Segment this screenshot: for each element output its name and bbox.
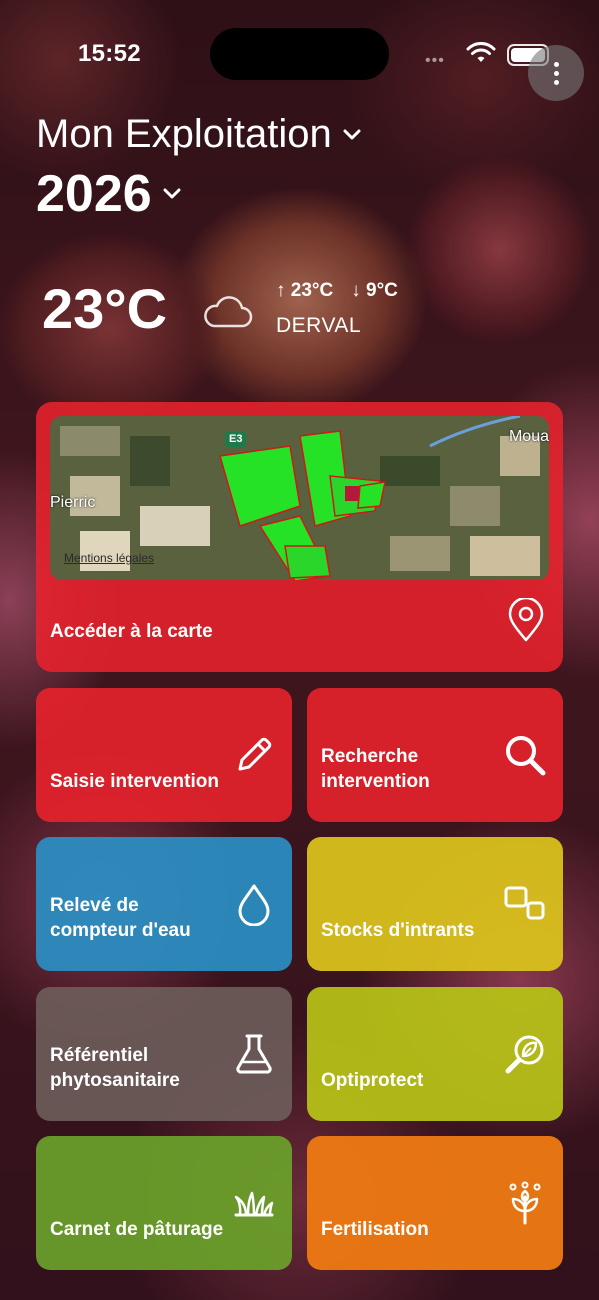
temperature-range: ↑ 23°C ↓ 9°C	[276, 280, 398, 302]
wifi-icon	[466, 42, 496, 62]
weather-location: DERVAL	[276, 314, 362, 337]
signal-icon: •••	[425, 52, 445, 69]
cloud-icon	[204, 296, 253, 328]
map-card[interactable]: E3 Pierric Moua Mentions légales Accéder…	[36, 402, 563, 672]
current-temperature: 23°C	[42, 277, 168, 340]
tile-optiprotect[interactable]: Optiprotect	[307, 987, 563, 1121]
dynamic-island	[210, 28, 389, 80]
map-preview[interactable]: E3 Pierric Moua Mentions légales	[50, 416, 549, 580]
grass-icon	[234, 1191, 274, 1217]
tile-label: Optiprotect	[321, 1070, 424, 1091]
sprout-icon	[509, 1181, 541, 1225]
water-drop-icon	[238, 884, 270, 926]
status-bar: 15:52 •••	[0, 0, 599, 100]
tile-referentiel-phytosanitaire[interactable]: Référentiel phytosanitaire	[36, 987, 292, 1121]
status-time: 15:52	[78, 40, 141, 67]
tile-carnet-paturage[interactable]: Carnet de pâturage	[36, 1136, 292, 1270]
map-place-east: Moua	[508, 428, 549, 445]
road-label: E3	[225, 431, 247, 447]
stocks-icon	[504, 886, 545, 920]
search-icon	[506, 736, 546, 776]
year-selector[interactable]: 2026	[36, 164, 184, 224]
map-pin-icon	[508, 598, 544, 642]
map-place-west: Pierric	[50, 494, 96, 511]
tile-label: Stocks d'intrants	[321, 920, 475, 941]
tile-recherche-intervention[interactable]: Recherche intervention	[307, 688, 563, 822]
tile-label: Saisie intervention	[50, 771, 219, 792]
more-options-button[interactable]	[528, 45, 584, 101]
tile-releve-compteur-eau[interactable]: Relevé de compteur d'eau	[36, 837, 292, 971]
chevron-down-icon	[163, 188, 181, 199]
flask-icon	[236, 1034, 272, 1074]
farm-name: Mon Exploitation	[36, 112, 332, 156]
tile-label: Référentiel phytosanitaire	[50, 1045, 180, 1091]
max-temperature: ↑ 23°C	[276, 280, 334, 301]
tile-saisie-intervention[interactable]: Saisie intervention	[36, 688, 292, 822]
farm-selector[interactable]: Mon Exploitation	[36, 112, 364, 157]
year-label: 2026	[36, 165, 152, 223]
chevron-down-icon	[343, 129, 361, 139]
min-temperature: ↓ 9°C	[351, 280, 398, 301]
pencil-icon	[238, 737, 272, 771]
weather-widget: 23°C ↑ 23°C ↓ 9°C DERVAL	[42, 270, 462, 350]
leaf-magnifier-icon	[505, 1035, 544, 1074]
tile-stocks-intrants[interactable]: Stocks d'intrants	[307, 837, 563, 971]
legal-notice-link[interactable]: Mentions légales	[64, 551, 154, 565]
tile-label: Relevé de compteur d'eau	[50, 895, 191, 941]
tile-label: Carnet de pâturage	[50, 1219, 224, 1240]
open-map-label: Accéder à la carte	[50, 621, 213, 642]
tile-label: Recherche intervention	[321, 746, 430, 792]
tile-label: Fertilisation	[321, 1219, 429, 1240]
tile-fertilisation[interactable]: Fertilisation	[307, 1136, 563, 1270]
